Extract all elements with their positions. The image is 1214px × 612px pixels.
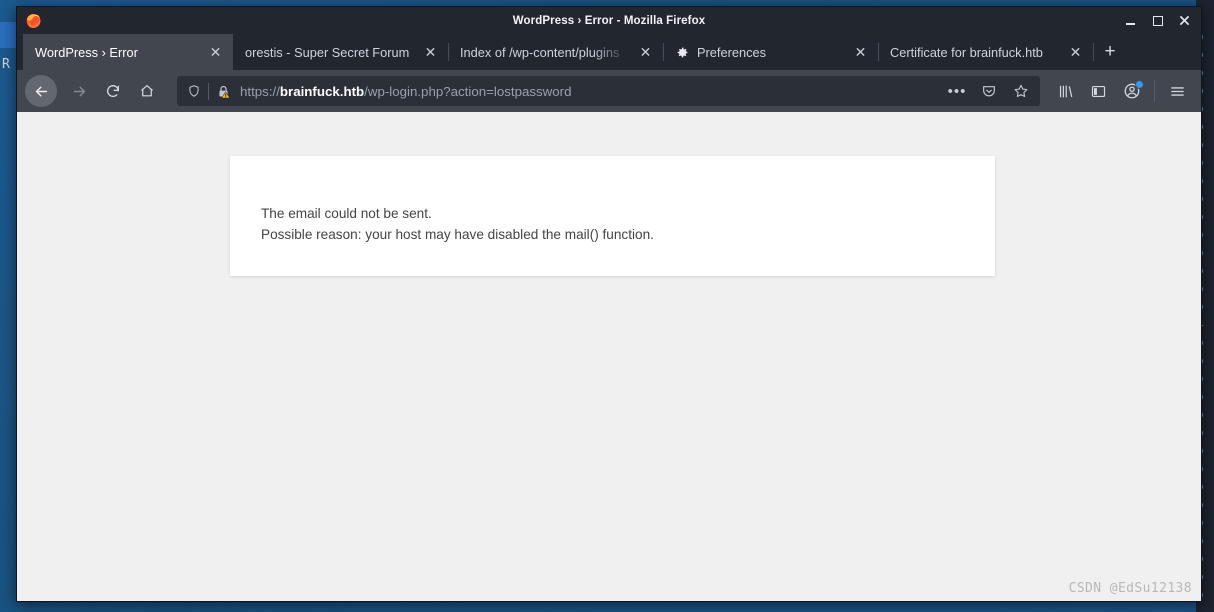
account-notification-badge	[1135, 79, 1144, 89]
account-icon[interactable]	[1116, 76, 1147, 107]
window-titlebar: WordPress › Error - Mozilla Firefox	[17, 7, 1201, 34]
urlbar-divider	[208, 82, 209, 100]
tab-preferences[interactable]: Preferences ✕	[663, 34, 878, 70]
url-bar[interactable]: https://brainfuck.htb/wp-login.php?actio…	[177, 76, 1040, 106]
star-icon[interactable]	[1008, 78, 1034, 104]
reload-button[interactable]	[97, 75, 129, 107]
toolbar-right-buttons	[1050, 76, 1193, 107]
tab-index-of-plugins[interactable]: Index of /wp-content/plugins ✕	[448, 34, 663, 70]
tab-close-icon[interactable]: ✕	[852, 44, 869, 61]
window-controls	[1124, 14, 1195, 27]
lock-warning-icon[interactable]	[215, 83, 232, 100]
error-message-line-1: The email could not be sent.	[261, 206, 432, 221]
tab-close-icon[interactable]: ✕	[1067, 44, 1084, 61]
firefox-browser-window: WordPress › Error - Mozilla Firefox Word…	[16, 6, 1202, 602]
background-window-letter: R	[2, 57, 10, 72]
tab-label: WordPress › Error	[35, 44, 138, 60]
firefox-logo-icon	[25, 12, 42, 29]
home-button[interactable]	[131, 75, 163, 107]
csdn-watermark: CSDN @EdSu12138	[1068, 581, 1192, 596]
close-button[interactable]	[1178, 14, 1191, 27]
shield-icon[interactable]	[185, 83, 202, 100]
sidebar-icon[interactable]	[1083, 76, 1114, 107]
window-title: WordPress › Error - Mozilla Firefox	[512, 14, 706, 27]
page-actions-icon[interactable]: •••	[944, 78, 970, 104]
forward-button[interactable]	[63, 75, 95, 107]
maximize-button[interactable]	[1151, 14, 1164, 27]
tab-certificate-brainfuck[interactable]: Certificate for brainfuck.htb ✕	[878, 34, 1093, 70]
wordpress-error-card: The email could not be sent. Possible re…	[230, 156, 995, 276]
url-text[interactable]: https://brainfuck.htb/wp-login.php?actio…	[240, 84, 938, 99]
tab-strip: WordPress › Error ✕ orestis - Super Secr…	[17, 34, 1201, 70]
minimize-button[interactable]	[1124, 14, 1137, 27]
navigation-toolbar: https://brainfuck.htb/wp-login.php?actio…	[17, 70, 1201, 112]
page-content-area: The email could not be sent. Possible re…	[17, 112, 1201, 601]
tab-close-icon[interactable]: ✕	[422, 44, 439, 61]
tab-orestis-forum[interactable]: orestis - Super Secret Forum ✕	[233, 34, 448, 70]
tab-close-icon[interactable]: ✕	[207, 44, 224, 61]
tab-label: Preferences	[697, 44, 766, 60]
tab-label: Index of /wp-content/plugins	[460, 44, 620, 60]
tab-close-icon[interactable]: ✕	[637, 44, 654, 61]
gear-icon	[675, 45, 689, 59]
error-message-line-2: Possible reason: your host may have disa…	[261, 227, 654, 242]
pocket-icon[interactable]	[976, 78, 1002, 104]
tab-label: orestis - Super Secret Forum	[245, 44, 410, 60]
toolbar-divider	[1154, 80, 1155, 102]
back-button[interactable]	[25, 75, 57, 107]
tab-label: Certificate for brainfuck.htb	[890, 44, 1043, 60]
hamburger-menu-icon[interactable]	[1162, 76, 1193, 107]
new-tab-button[interactable]: +	[1093, 34, 1127, 70]
library-icon[interactable]	[1050, 76, 1081, 107]
tab-wordpress-error[interactable]: WordPress › Error ✕	[23, 34, 233, 70]
